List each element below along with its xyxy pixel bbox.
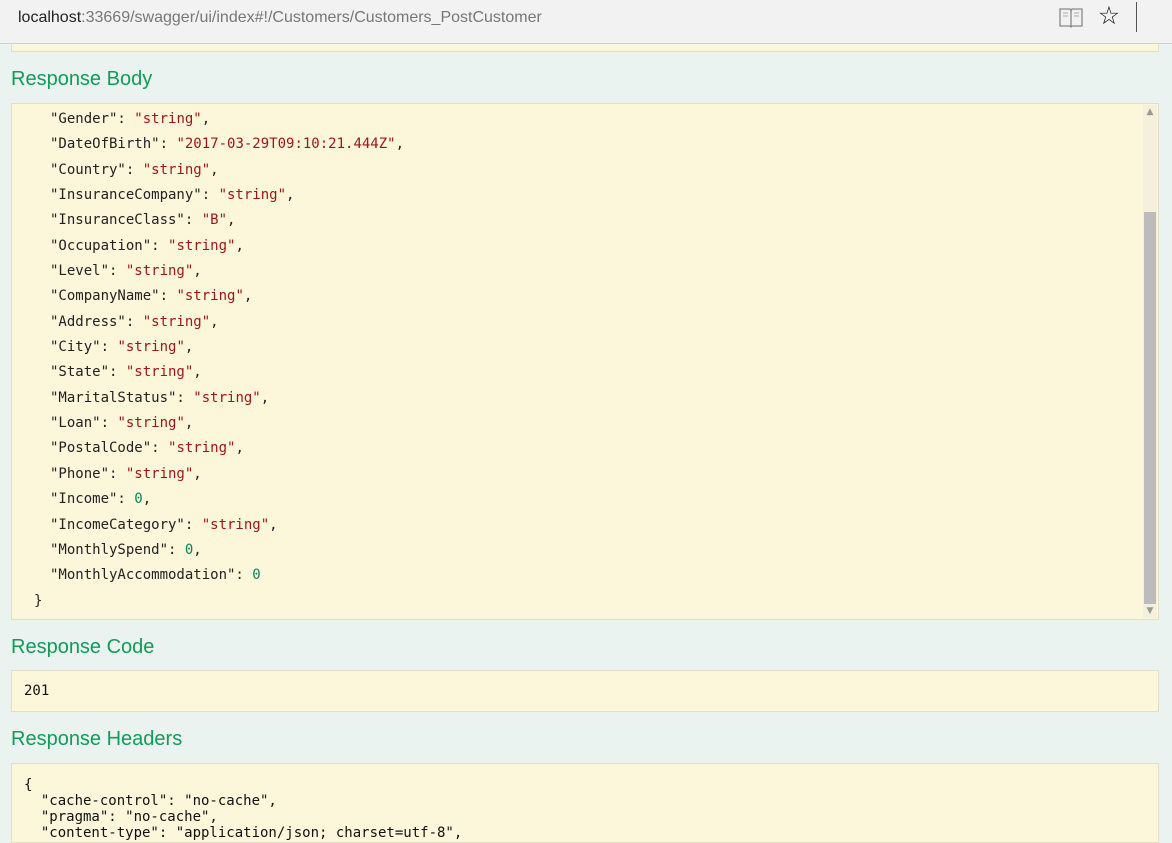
- json-line: "Country": "string",: [12, 158, 404, 183]
- json-key: "State":: [50, 364, 126, 381]
- json-punctuation: ,: [210, 313, 219, 330]
- json-value: "string": [142, 313, 211, 330]
- scroll-up-icon[interactable]: ▲: [1143, 105, 1157, 119]
- json-line: "Level": "string",: [12, 259, 404, 284]
- json-value: "string": [201, 516, 270, 533]
- json-punctuation: ,: [193, 465, 202, 482]
- json-key: "Country":: [50, 161, 143, 178]
- json-key: "InsuranceCompany":: [50, 187, 219, 204]
- json-value: "string": [125, 364, 194, 381]
- json-value: "string": [142, 161, 211, 178]
- json-punctuation: ,: [227, 212, 236, 229]
- json-punctuation: ,: [243, 288, 253, 305]
- json-value: "string": [168, 237, 236, 254]
- json-value: "string": [193, 389, 261, 406]
- json-line: "MonthlySpend": 0,: [12, 538, 404, 563]
- response-code-panel: 201: [11, 670, 1159, 712]
- json-key: "Address":: [50, 313, 143, 330]
- url-field[interactable]: localhost:33669/swagger/ui/index#!/Custo…: [18, 9, 542, 27]
- json-value: "string": [125, 263, 194, 280]
- response-body-panel[interactable]: "Gender": "string", "DateOfBirth": "2017-…: [11, 103, 1159, 620]
- json-key: "MonthlySpend":: [50, 541, 185, 558]
- json-punctuation: ,: [184, 415, 194, 432]
- json-line: "PostalCode": "string",: [12, 436, 404, 461]
- previous-section-edge: [11, 44, 1159, 52]
- response-code-value: 201: [24, 683, 50, 699]
- json-key: "DateOfBirth":: [50, 136, 177, 153]
- json-value: "string": [176, 288, 244, 305]
- json-key: "Income":: [50, 491, 135, 508]
- json-line: "State": "string",: [12, 360, 404, 385]
- json-punctuation: ,: [193, 541, 202, 558]
- response-code-heading: Response Code: [11, 636, 155, 658]
- json-line: "CompanyName": "string",: [12, 284, 404, 309]
- json-key: "MaritalStatus":: [50, 389, 194, 406]
- json-value: "string": [134, 111, 202, 127]
- json-key: "Level":: [50, 263, 126, 280]
- json-key: "Gender":: [50, 111, 135, 127]
- json-punctuation: ,: [210, 161, 219, 178]
- json-line: "Gender": "string",: [12, 107, 404, 132]
- json-punctuation: ,: [142, 491, 152, 508]
- json-punctuation: ,: [260, 389, 270, 406]
- book-icon[interactable]: [1058, 6, 1084, 28]
- json-punctuation: ,: [235, 237, 244, 254]
- json-line: "InsuranceCompany": "string",: [12, 183, 404, 208]
- json-line: "MonthlyAccommodation": 0: [12, 563, 404, 588]
- response-headers-code: { "cache-control": "no-cache", "pragma":…: [24, 777, 463, 841]
- json-value: "B": [201, 212, 228, 229]
- json-punctuation: ,: [286, 187, 295, 204]
- json-line: "Occupation": "string",: [12, 234, 404, 259]
- response-body-code: "Gender": "string", "DateOfBirth": "2017-…: [12, 107, 404, 614]
- json-key: "CompanyName":: [50, 288, 177, 305]
- json-punctuation: ,: [201, 111, 211, 127]
- address-bar: localhost:33669/swagger/ui/index#!/Custo…: [0, 0, 1172, 44]
- json-punctuation: ,: [193, 263, 202, 280]
- toolbar-divider: [1136, 2, 1137, 32]
- json-key: "MonthlyAccommodation":: [50, 567, 253, 584]
- json-value: "string": [117, 415, 185, 432]
- json-punctuation: ,: [395, 136, 405, 153]
- json-punctuation: ,: [269, 516, 278, 533]
- json-line: "Phone": "string",: [12, 462, 404, 487]
- url-host: localhost: [18, 9, 82, 26]
- json-key: "IncomeCategory":: [50, 516, 202, 533]
- json-line: "DateOfBirth": "2017-03-29T09:10:21.444Z…: [12, 132, 404, 157]
- star-icon[interactable]: ☆: [1096, 3, 1122, 29]
- json-value: "string": [168, 440, 236, 457]
- json-value: "string": [218, 187, 287, 204]
- json-key: "City":: [50, 339, 118, 356]
- json-key: "Occupation":: [50, 237, 169, 254]
- json-line: "IncomeCategory": "string",: [12, 513, 404, 538]
- json-value: 0: [252, 567, 261, 584]
- response-body-scrollbar[interactable]: ▲ ▼: [1143, 105, 1157, 618]
- json-value: 0: [134, 491, 143, 508]
- url-path: :33669/swagger/ui/index#!/Customers/Cust…: [81, 9, 542, 26]
- response-body-heading: Response Body: [11, 68, 153, 90]
- json-punctuation: ,: [184, 339, 194, 356]
- json-punctuation: ,: [235, 440, 244, 457]
- scroll-down-icon[interactable]: ▼: [1143, 604, 1157, 618]
- json-line: "MaritalStatus": "string",: [12, 386, 404, 411]
- response-headers-panel[interactable]: { "cache-control": "no-cache", "pragma":…: [11, 763, 1159, 843]
- json-closing-brace: }: [34, 592, 43, 609]
- json-value: "string": [125, 465, 194, 482]
- json-key: "InsuranceClass":: [50, 212, 202, 229]
- json-key: "Loan":: [50, 415, 118, 432]
- json-line: "Income": 0,: [12, 487, 404, 512]
- json-key: "PostalCode":: [50, 440, 169, 457]
- json-key: "Phone":: [50, 465, 126, 482]
- json-line: "InsuranceClass": "B",: [12, 208, 404, 233]
- scroll-thumb[interactable]: [1144, 212, 1156, 604]
- json-value: "2017-03-29T09:10:21.444Z": [176, 136, 396, 153]
- json-line: "Address": "string",: [12, 310, 404, 335]
- json-line: "Loan": "string",: [12, 411, 404, 436]
- json-punctuation: ,: [193, 364, 202, 381]
- json-value: "string": [117, 339, 185, 356]
- response-headers-heading: Response Headers: [11, 728, 183, 750]
- json-line: "City": "string",: [12, 335, 404, 360]
